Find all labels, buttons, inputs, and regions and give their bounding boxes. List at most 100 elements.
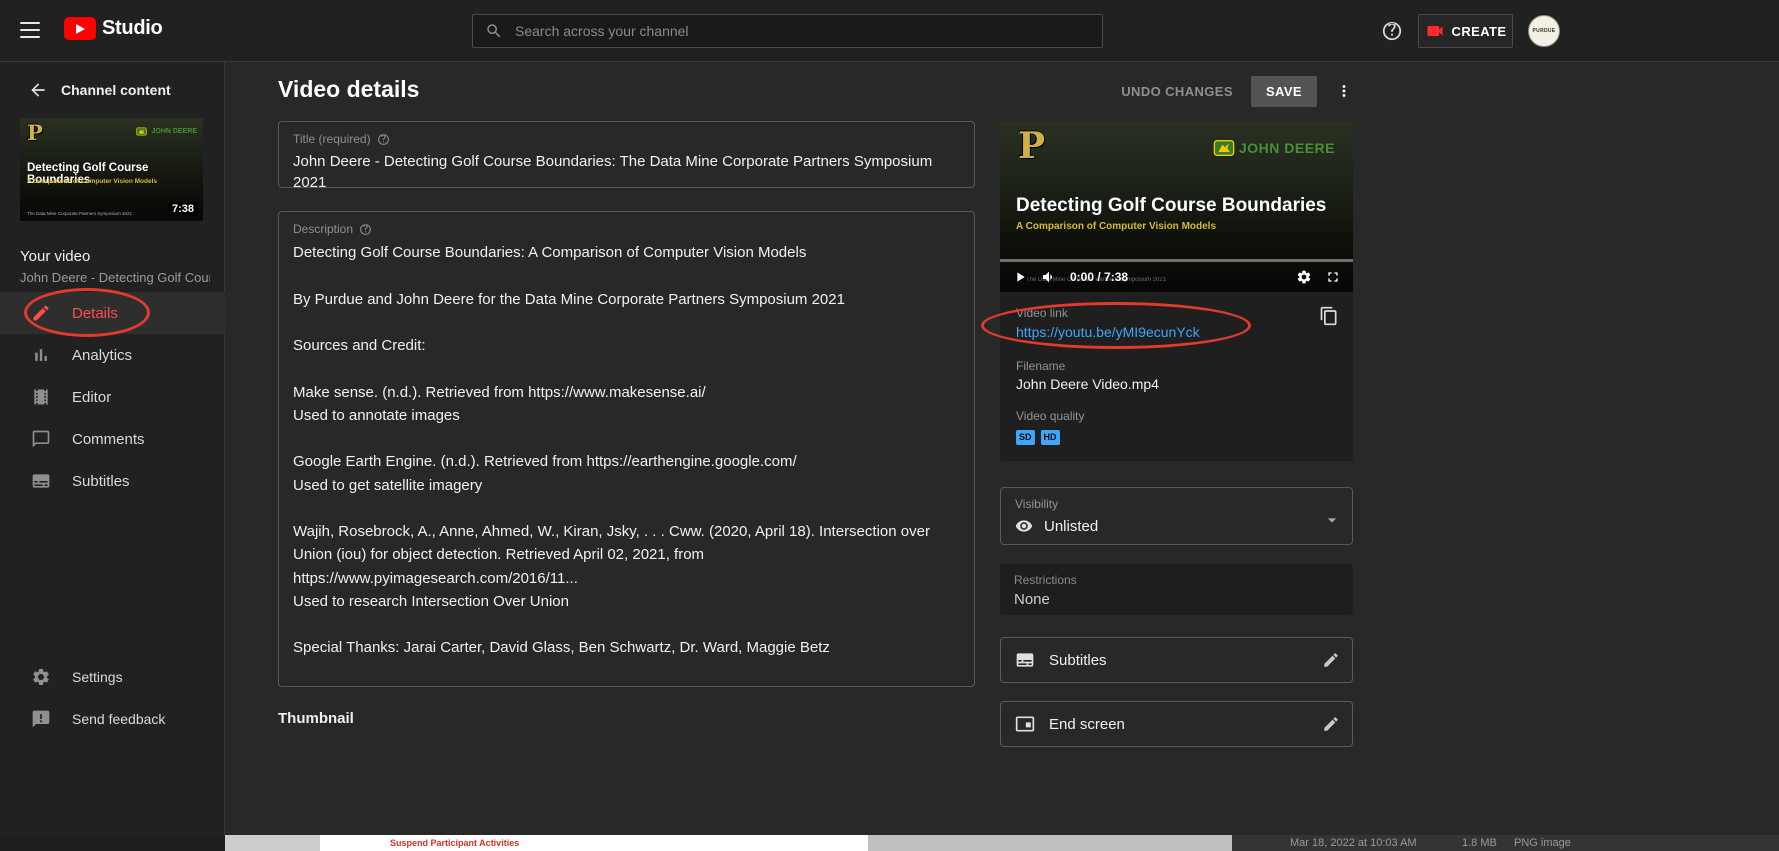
main-content: Video details UNDO CHANGES SAVE Title (r… — [225, 62, 1779, 835]
visibility-label: Visibility — [1015, 497, 1338, 511]
sidebar-item-label: Analytics — [72, 347, 132, 364]
john-deere-logo: JOHN DEERE — [136, 126, 197, 137]
restrictions-value: None — [1014, 591, 1339, 608]
search-input[interactable] — [503, 23, 1102, 39]
background-window-strip: Suspend Participant Activities Mar 18, 2… — [0, 835, 1779, 851]
sidebar-item-label: Settings — [72, 669, 123, 685]
purdue-logo-icon: P — [1018, 125, 1045, 167]
avatar[interactable]: PURDUE — [1528, 15, 1560, 47]
sidebar-item-editor[interactable]: Editor — [0, 376, 225, 418]
sidebar-item-label: Editor — [72, 389, 111, 406]
video-quality-badges: SD HD — [1016, 430, 1337, 445]
john-deere-deer-icon — [136, 126, 147, 137]
strip-white-segment: Suspend Participant Activities — [320, 835, 868, 851]
title-field-value[interactable]: John Deere - Detecting Golf Course Bound… — [293, 151, 960, 193]
visibility-value: Unlisted — [1044, 518, 1098, 535]
sidebar-item-send-feedback[interactable]: Send feedback — [0, 698, 225, 740]
undo-changes-button[interactable]: UNDO CHANGES — [1121, 84, 1233, 99]
end-screen-card[interactable]: End screen — [1000, 701, 1353, 747]
player-video-subtitle: A Comparison of Computer Vision Models — [1016, 221, 1216, 232]
filename-label: Filename — [1016, 359, 1337, 373]
eye-icon — [1015, 517, 1033, 535]
thumbnail-footer: The Data Mine Corporate Partners Symposi… — [27, 211, 132, 216]
youtube-studio-logo[interactable]: Studio — [64, 17, 162, 40]
end-screen-card-label: End screen — [1049, 716, 1125, 733]
your-video-label: Your video — [20, 248, 90, 265]
sidebar-item-subtitles[interactable]: Subtitles — [0, 460, 225, 502]
help-icon[interactable] — [1381, 19, 1405, 43]
chevron-down-icon[interactable] — [1322, 510, 1342, 530]
save-button[interactable]: SAVE — [1251, 76, 1317, 107]
subtitles-card-label: Subtitles — [1049, 652, 1107, 669]
sidebar-item-label: Comments — [72, 431, 145, 448]
sidebar: Channel content P JOHN DEERE Detecting G… — [0, 62, 225, 835]
help-circle-icon[interactable] — [359, 223, 372, 236]
page-title: Video details — [278, 76, 419, 103]
help-circle-icon[interactable] — [377, 133, 390, 146]
sidebar-item-settings[interactable]: Settings — [0, 656, 225, 698]
right-panel: P JOHN DEERE Detecting Golf Course Bound… — [1000, 121, 1353, 747]
video-info-card: Video link https://youtu.be/yMI9ecunYck … — [1000, 292, 1353, 461]
sidebar-item-label: Details — [72, 305, 118, 322]
restrictions-label: Restrictions — [1014, 573, 1339, 587]
form-column: Title (required) John Deere - Detecting … — [278, 121, 975, 687]
camcorder-icon — [1425, 21, 1445, 41]
back-to-channel-content[interactable]: Channel content — [0, 76, 224, 104]
title-field[interactable]: Title (required) John Deere - Detecting … — [278, 121, 975, 188]
duration-badge: 7:38 — [168, 202, 198, 216]
create-label: CREATE — [1452, 24, 1507, 39]
title-field-label-row: Title (required) — [293, 132, 960, 146]
sidebar-item-details[interactable]: Details — [0, 292, 225, 334]
menu-icon[interactable] — [20, 22, 40, 38]
purdue-logo-icon: P — [27, 120, 43, 145]
title-field-label: Title (required) — [293, 132, 371, 146]
player-settings-icon[interactable] — [1296, 269, 1312, 285]
gear-icon — [31, 667, 51, 687]
edit-subtitles-icon[interactable] — [1322, 651, 1340, 669]
play-icon[interactable] — [1012, 269, 1028, 285]
end-screen-icon — [1015, 714, 1035, 734]
john-deere-logo: JOHN DEERE — [1213, 137, 1335, 159]
description-field-label: Description — [293, 222, 353, 236]
quality-badge-sd: SD — [1016, 430, 1035, 445]
subtitles-card[interactable]: Subtitles — [1000, 637, 1353, 683]
bar-chart-icon — [31, 345, 51, 365]
copy-link-icon[interactable] — [1319, 306, 1339, 326]
sidebar-footer: Settings Send feedback — [0, 656, 225, 740]
sidebar-item-comments[interactable]: Comments — [0, 418, 225, 460]
strip-dark-segment — [0, 835, 225, 851]
video-thumbnail-small[interactable]: P JOHN DEERE Detecting Golf Course Bound… — [20, 118, 203, 221]
edit-end-screen-icon[interactable] — [1322, 715, 1340, 733]
file-size-text: 1.8 MB — [1462, 837, 1497, 849]
file-date-text: Mar 18, 2022 at 10:03 AM — [1290, 837, 1417, 849]
more-options-icon[interactable] — [1335, 82, 1353, 100]
sidebar-nav: Details Analytics Editor Comments Subtit… — [0, 292, 225, 502]
subtitles-icon — [31, 471, 51, 491]
video-link-label: Video link — [1016, 306, 1337, 320]
video-player-preview[interactable]: P JOHN DEERE Detecting Golf Course Bound… — [1000, 121, 1353, 292]
channel-search — [472, 14, 1103, 48]
video-name: John Deere - Detecting Golf Course ... — [20, 270, 210, 285]
subtitles-icon — [1015, 650, 1035, 670]
sidebar-item-label: Send feedback — [72, 711, 165, 727]
sidebar-item-analytics[interactable]: Analytics — [0, 334, 225, 376]
volume-icon[interactable] — [1041, 269, 1057, 285]
quality-badge-hd: HD — [1041, 430, 1060, 445]
fullscreen-icon[interactable] — [1325, 269, 1341, 285]
player-controls: 0:00 / 7:38 — [1000, 262, 1353, 292]
strip-scrollbar-segment[interactable] — [868, 835, 1232, 851]
brand-text: Studio — [102, 17, 162, 40]
video-quality-label: Video quality — [1016, 409, 1337, 423]
video-link-url[interactable]: https://youtu.be/yMI9ecunYck — [1016, 324, 1200, 340]
description-field-label-row: Description — [293, 222, 960, 236]
create-button[interactable]: CREATE — [1418, 14, 1513, 48]
description-field-value[interactable]: Detecting Golf Course Boundaries: A Comp… — [293, 241, 960, 687]
comments-icon — [31, 429, 51, 449]
restrictions-field[interactable]: Restrictions None — [1000, 564, 1353, 615]
john-deere-text: JOHN DEERE — [1239, 140, 1335, 156]
feedback-icon — [31, 709, 51, 729]
back-arrow-icon — [28, 80, 48, 100]
visibility-selector[interactable]: Visibility Unlisted — [1000, 487, 1353, 545]
player-time: 0:00 / 7:38 — [1070, 270, 1128, 284]
description-field[interactable]: Description Detecting Golf Course Bounda… — [278, 211, 975, 687]
